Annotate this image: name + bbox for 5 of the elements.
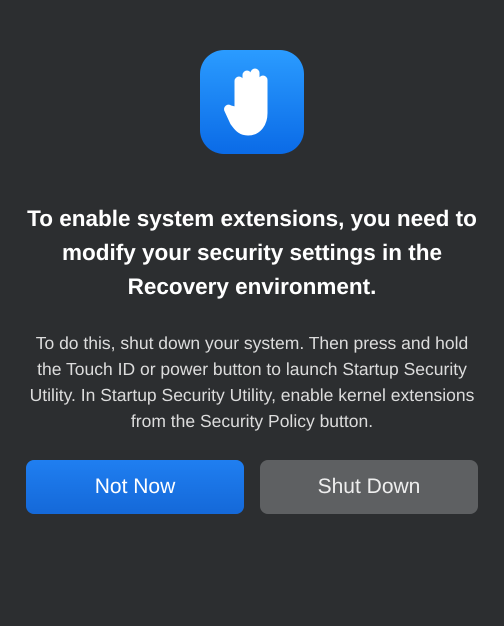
- shut-down-button[interactable]: Shut Down: [260, 460, 478, 514]
- dialog-title: To enable system extensions, you need to modify your security settings in the Recovery environment.: [26, 205, 478, 301]
- dialog-message: To do this, shut down your system. Then press and hold the Touch ID or power button to launch Startup Security Utility. In Startup Security Utility, enable kernel extensions from the Security Policy button.: [28, 332, 476, 433]
- hand-icon: [200, 50, 304, 154]
- not-now-button[interactable]: Not Now: [26, 460, 244, 514]
